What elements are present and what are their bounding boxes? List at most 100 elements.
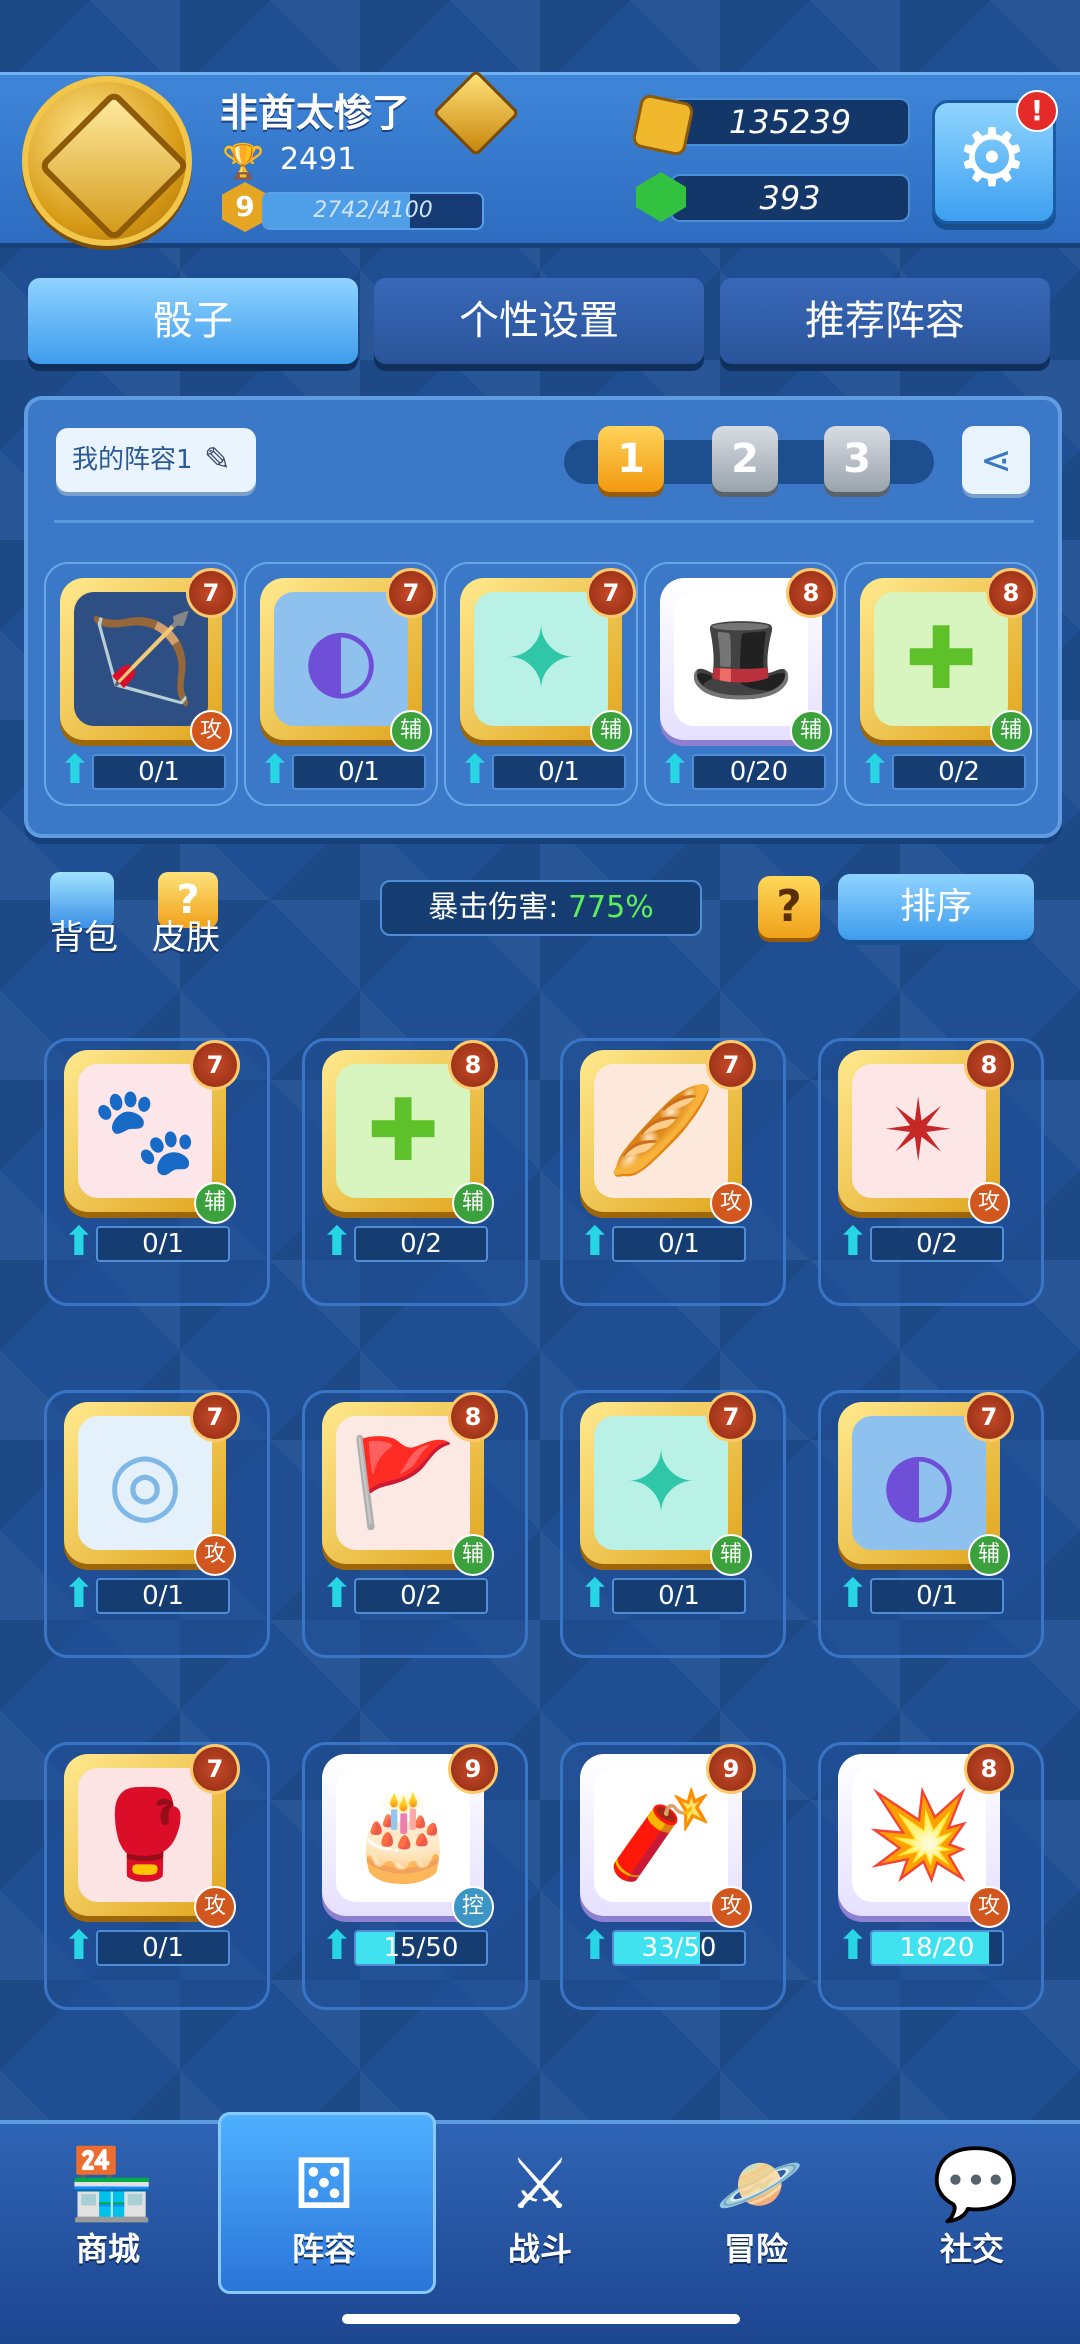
boxing-glove-icon: 🥊: [91, 1785, 199, 1885]
nav-adventure-label: 冒险: [723, 2230, 788, 2268]
upgrade-progress-bar: 18/20: [870, 1930, 1004, 1966]
paw-icon: 🐾: [91, 1081, 199, 1181]
wind-swirl-icon: ✦: [624, 1433, 698, 1533]
upgrade-progress-bar: 0/1: [292, 754, 426, 790]
dice-card[interactable]: 🎩 8 辅 ⬆ 0/20: [652, 568, 836, 790]
lineup-slot-1[interactable]: 1: [598, 426, 664, 492]
dice-level-badge: 7: [706, 1392, 756, 1442]
upgrade-arrow-icon: ⬆: [458, 747, 492, 793]
chat-bubbles-icon: 💬: [932, 2143, 1020, 2225]
dice-card[interactable]: 🎂 9 控 ⬆ 15/50: [314, 1744, 498, 1966]
xp-progress-bar: 2742/4100: [262, 192, 484, 230]
wind-swirl-icon: ✦: [504, 609, 578, 709]
backpack-label: 背包: [50, 918, 118, 958]
dice-role-badge: 攻: [190, 710, 232, 752]
home-indicator[interactable]: [342, 2314, 740, 2324]
upgrade-progress-text: 15/50: [383, 1933, 459, 1963]
pencil-edit-icon[interactable]: ✎: [204, 440, 231, 478]
dice-card[interactable]: ◐ 7 辅 ⬆ 0/1: [830, 1392, 1014, 1614]
crit-damage-label: 暴击伤害:: [428, 890, 559, 925]
dice-level-badge: 8: [786, 568, 836, 618]
dice-card[interactable]: ✚ 8 辅 ⬆ 0/2: [852, 568, 1036, 790]
upgrade-progress-text: 0/20: [729, 757, 789, 787]
share-button[interactable]: ⋖: [962, 426, 1030, 494]
dice-card[interactable]: 🥖 7 攻 ⬆ 0/1: [572, 1040, 756, 1262]
dice-card[interactable]: 🐾 7 辅 ⬆ 0/1: [56, 1040, 240, 1262]
gold-coin-add-icon[interactable]: [630, 92, 696, 158]
crossed-swords-icon: ⚔: [508, 2143, 572, 2225]
upgrade-progress-bar: 0/1: [612, 1578, 746, 1614]
dice-card[interactable]: ✴ 8 攻 ⬆ 0/2: [830, 1040, 1014, 1262]
upgrade-progress-bar: 33/50: [612, 1930, 746, 1966]
dice-card[interactable]: 🧨 9 攻 ⬆ 33/50: [572, 1744, 756, 1966]
dice-level-badge: 7: [964, 1392, 1014, 1442]
dice-role-badge: 辅: [710, 1534, 752, 1576]
upgrade-progress-bar: 0/1: [612, 1226, 746, 1262]
dice-role-badge: 辅: [452, 1182, 494, 1224]
upgrade-arrow-icon: ⬆: [658, 747, 692, 793]
upgrade-progress-bar: 0/1: [96, 1930, 230, 1966]
tab-personal-settings[interactable]: 个性设置: [374, 278, 704, 364]
upgrade-progress-bar: 0/2: [892, 754, 1026, 790]
dice-card[interactable]: ✦ 7 辅 ⬆ 0/1: [572, 1392, 756, 1614]
xp-progress-text: 2742/4100: [313, 198, 433, 223]
bread-icon: 🥖: [607, 1081, 715, 1181]
nav-battle[interactable]: ⚔ 战斗: [450, 2130, 630, 2290]
gold-counter: 135239: [670, 98, 910, 146]
dice-level-badge: 9: [706, 1744, 756, 1794]
nav-lineup[interactable]: ⚄ 阵容: [234, 2130, 414, 2290]
upgrade-arrow-icon: ⬆: [58, 747, 92, 793]
dice-level-badge: 8: [986, 568, 1036, 618]
dice-level-badge: 7: [186, 568, 236, 618]
crit-damage-value: 775%: [567, 890, 654, 925]
gem-counter: 393: [670, 174, 910, 222]
help-button[interactable]: ?: [758, 876, 820, 938]
upgrade-progress-text: 0/1: [538, 757, 580, 787]
nav-social[interactable]: 💬 社交: [882, 2130, 1062, 2290]
trophy-icon: 🏆: [222, 142, 265, 182]
dice-level-badge: 8: [964, 1040, 1014, 1090]
dice-card[interactable]: ◐ 7 辅 ⬆ 0/1: [252, 568, 436, 790]
nav-social-label: 社交: [939, 2230, 1004, 2268]
dice-role-badge: 攻: [710, 1182, 752, 1224]
nav-shop[interactable]: 🏪 商城: [18, 2130, 198, 2290]
upgrade-arrow-icon: ⬆: [320, 1219, 354, 1265]
upgrade-progress-bar: 0/2: [870, 1226, 1004, 1262]
gear-icon: ⚙: [956, 111, 1028, 204]
dice-role-badge: 辅: [590, 710, 632, 752]
lineup-slot-3[interactable]: 3: [824, 426, 890, 492]
dice-role-badge: 攻: [968, 1182, 1010, 1224]
lineup-slot-2[interactable]: 2: [712, 426, 778, 492]
upgrade-progress-text: 0/1: [916, 1581, 958, 1611]
dice-level-badge: 7: [586, 568, 636, 618]
dice-card[interactable]: ◎ 7 攻 ⬆ 0/1: [56, 1392, 240, 1614]
dice-level-badge: 8: [448, 1040, 498, 1090]
tab-dice[interactable]: 骰子: [28, 278, 358, 364]
sort-button[interactable]: 排序: [838, 874, 1034, 940]
dice-level-badge: 7: [190, 1040, 240, 1090]
dice-card[interactable]: 🏹 7 攻 ⬆ 0/1: [52, 568, 236, 790]
dice-icon: ⚄: [293, 2143, 355, 2225]
dice-role-badge: 攻: [968, 1886, 1010, 1928]
cake-icon: 🎂: [349, 1785, 457, 1885]
upgrade-arrow-icon: ⬆: [836, 1923, 870, 1969]
upgrade-progress-bar: 0/1: [492, 754, 626, 790]
upgrade-progress-text: 0/2: [400, 1581, 442, 1611]
player-name: 非酋太惨了: [220, 91, 411, 135]
dice-role-badge: 辅: [990, 710, 1032, 752]
nav-adventure[interactable]: 🪐 冒险: [666, 2130, 846, 2290]
upgrade-progress-text: 0/1: [138, 757, 180, 787]
upgrade-arrow-icon: ⬆: [258, 747, 292, 793]
shuriken-icon: ✴: [882, 1081, 956, 1181]
dice-card[interactable]: 🚩 8 辅 ⬆ 0/2: [314, 1392, 498, 1614]
notification-badge: !: [1016, 90, 1058, 132]
dice-card[interactable]: ✚ 8 辅 ⬆ 0/2: [314, 1040, 498, 1262]
dice-role-badge: 攻: [710, 1886, 752, 1928]
dice-card[interactable]: ✦ 7 辅 ⬆ 0/1: [452, 568, 636, 790]
dice-card[interactable]: 🥊 7 攻 ⬆ 0/1: [56, 1744, 240, 1966]
dice-card[interactable]: 💥 8 攻 ⬆ 18/20: [830, 1744, 1014, 1966]
upgrade-arrow-icon: ⬆: [320, 1923, 354, 1969]
upgrade-progress-text: 18/20: [899, 1933, 975, 1963]
dice-level-badge: 7: [706, 1040, 756, 1090]
tab-recommended-lineup[interactable]: 推荐阵容: [720, 278, 1050, 364]
